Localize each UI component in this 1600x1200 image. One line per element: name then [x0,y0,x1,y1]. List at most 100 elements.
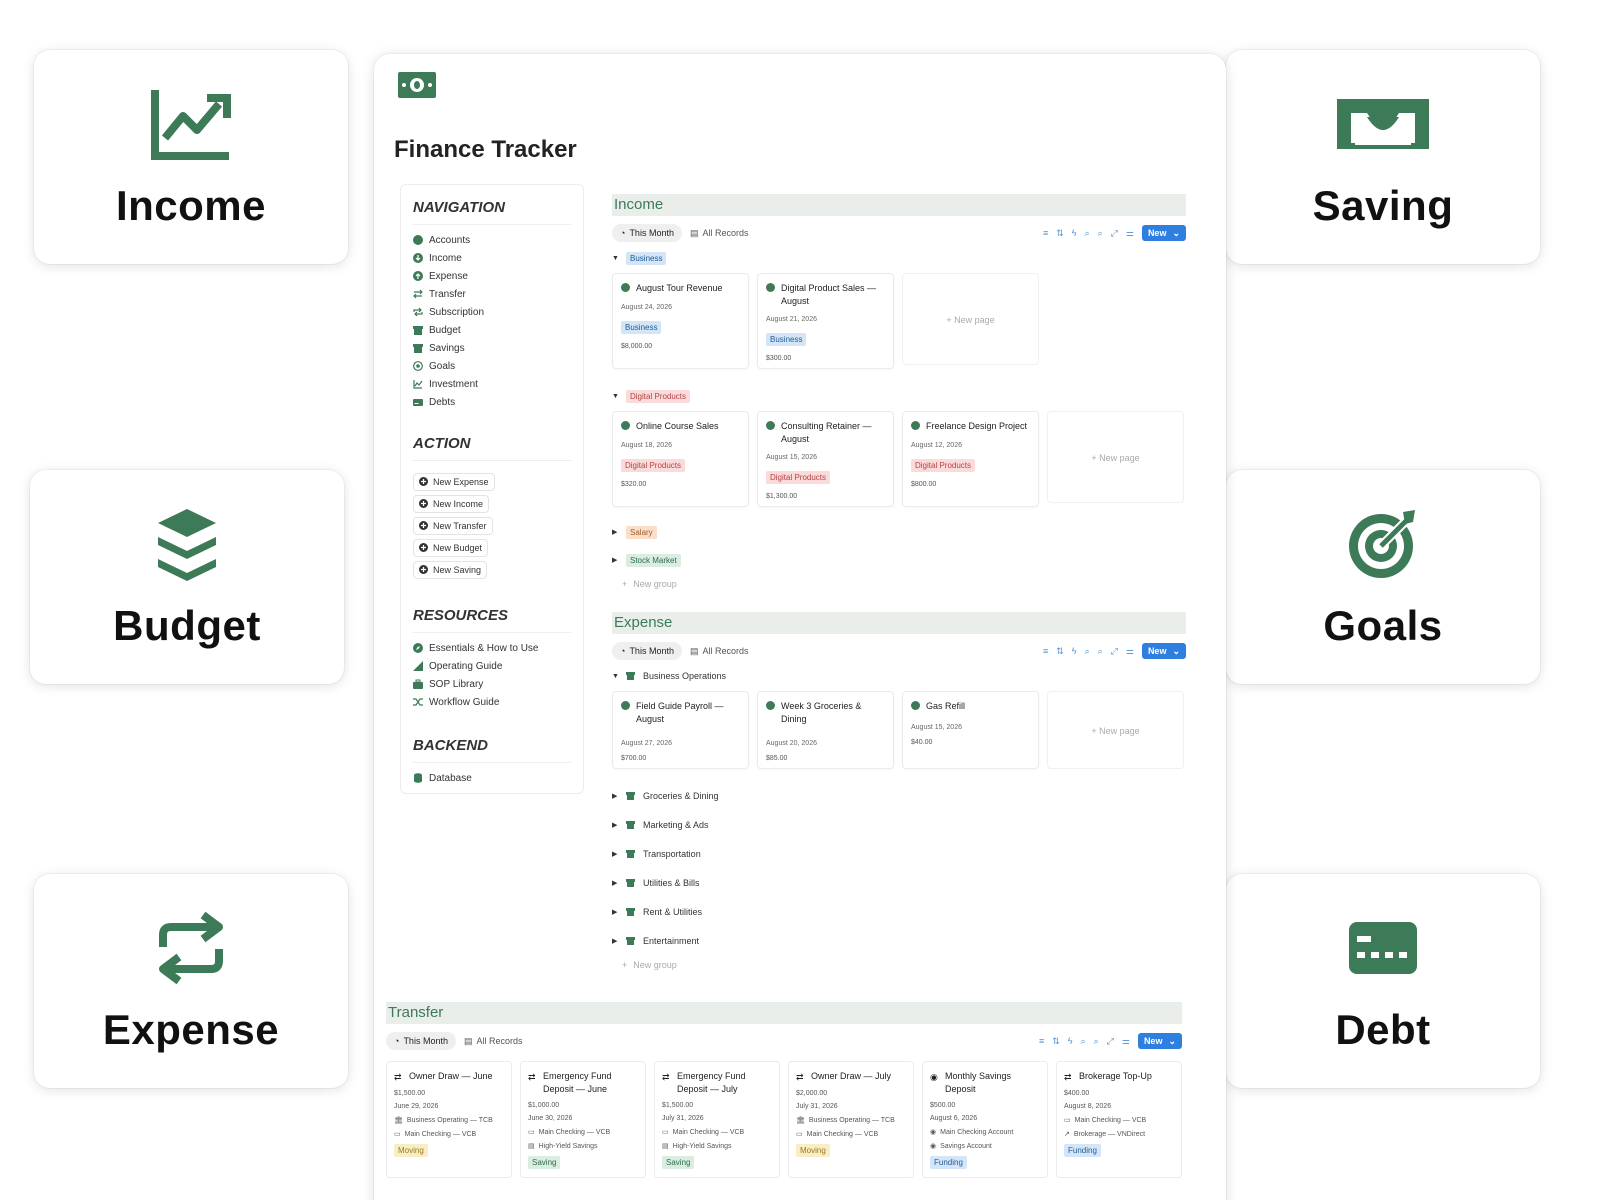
sidebar-item-database[interactable]: Database [413,769,571,787]
expand-icon[interactable]: ⤢ [1111,646,1118,657]
search-icon[interactable]: ⌕ [1081,1036,1086,1047]
feature-card-budget[interactable]: Budget [30,470,344,684]
new-page-card[interactable]: + New page [1047,411,1184,503]
feature-card-expense[interactable]: Expense [34,874,348,1088]
sidebar-item-expense[interactable]: Expense [413,267,571,285]
group-business[interactable]: ▼ Business [612,249,1186,267]
filter-icon[interactable]: ≡ [1039,1036,1044,1046]
caret-down-icon[interactable]: ▼ [612,255,619,262]
new-group-button[interactable]: + New group [622,956,1186,974]
sort-icon[interactable]: ⇅ [1056,646,1064,657]
new-button[interactable]: New ⌄ [1141,643,1186,659]
transfer-card[interactable]: ⇄ Emergency Fund Deposit — July $1,500.00… [654,1061,780,1178]
caret-right-icon[interactable]: ▶ [612,821,618,829]
caret-right-icon[interactable]: ▶ [612,556,618,564]
transfer-card[interactable]: ⇄ Brokerage Top-Up $400.00 August 8, 2026… [1056,1061,1182,1178]
group-transportation[interactable]: ▶ Transportation [612,845,1186,863]
search-icon[interactable]: ⌕ [1098,646,1103,657]
new-saving-button[interactable]: New Saving [413,561,488,579]
tab-all-records[interactable]: ▤ All Records [682,642,757,660]
new-income-button[interactable]: New Income [413,495,490,513]
filter-icon[interactable]: ≡ [1043,228,1048,238]
caret-right-icon[interactable]: ▶ [612,850,618,858]
group-utilities-bills[interactable]: ▶ Utilities & Bills [612,874,1186,892]
sidebar-item-debts[interactable]: Debts [413,393,571,411]
feature-card-debt[interactable]: Debt [1226,874,1540,1088]
new-page-card[interactable]: + New page [902,273,1039,365]
income-card[interactable]: Consulting Retainer — August August 15, … [757,411,894,507]
group-business-operations[interactable]: ▼ Business Operations [612,667,1186,685]
group-rent-utilities[interactable]: ▶ Rent & Utilities [612,903,1186,921]
expand-icon[interactable]: ⤢ [1107,1036,1114,1047]
expense-card[interactable]: Week 3 Groceries & Dining August 20, 202… [757,691,894,769]
chevron-down-icon[interactable]: ⌄ [1168,1036,1176,1047]
search-icon[interactable]: ⌕ [1098,228,1103,239]
chevron-down-icon[interactable]: ⌄ [1172,646,1180,657]
chevron-down-icon[interactable]: ⌄ [1172,228,1180,239]
feature-card-income[interactable]: Income [34,50,348,264]
caret-down-icon[interactable]: ▼ [612,673,619,680]
feature-card-saving[interactable]: Saving [1226,50,1540,264]
lightning-icon[interactable]: ϟ [1072,646,1077,656]
sort-icon[interactable]: ⇅ [1056,228,1064,239]
transfer-card[interactable]: ⇄ Emergency Fund Deposit — June $1,000.00… [520,1061,646,1178]
sidebar-item-operating-guide[interactable]: Operating Guide [413,657,571,675]
tab-this-month[interactable]: ◔ This Month [612,224,682,242]
tab-this-month[interactable]: ◔ This Month [386,1032,456,1050]
transfer-card[interactable]: ⇄ Owner Draw — June $1,500.00 June 29, 20… [386,1061,512,1178]
sidebar-item-goals[interactable]: Goals [413,357,571,375]
new-budget-button[interactable]: New Budget [413,539,489,557]
caret-right-icon[interactable]: ▶ [612,908,618,916]
sidebar-item-accounts[interactable]: Accounts [413,231,571,249]
new-group-button[interactable]: + New group [622,575,1186,593]
sort-icon[interactable]: ⇅ [1052,1036,1060,1047]
sidebar-item-savings[interactable]: Savings [413,339,571,357]
group-digital-products[interactable]: ▼ Digital Products [612,387,1186,405]
settings-icon[interactable]: ⚌ [1126,646,1134,657]
search-icon[interactable]: ⌕ [1085,646,1090,657]
new-button[interactable]: New ⌄ [1141,225,1186,241]
tab-all-records[interactable]: ▤ All Records [456,1032,531,1050]
settings-icon[interactable]: ⚌ [1122,1036,1130,1047]
expand-icon[interactable]: ⤢ [1111,228,1118,239]
filter-icon[interactable]: ≡ [1043,646,1048,656]
income-card[interactable]: Freelance Design Project August 12, 2026… [902,411,1039,507]
settings-icon[interactable]: ⚌ [1126,228,1134,239]
sidebar-item-transfer[interactable]: Transfer [413,285,571,303]
sidebar-item-workflow-guide[interactable]: Workflow Guide [413,693,571,711]
group-salary[interactable]: ▶ Salary [612,523,1186,541]
feature-card-goals[interactable]: Goals [1226,470,1540,684]
caret-right-icon[interactable]: ▶ [612,528,618,536]
new-page-card[interactable]: + New page [1047,691,1184,769]
sidebar-item-investment[interactable]: Investment [413,375,571,393]
caret-right-icon[interactable]: ▶ [612,792,618,800]
sidebar-item-essentials[interactable]: Essentials & How to Use [413,639,571,657]
transfer-card[interactable]: ⇄ Owner Draw — July $2,000.00 July 31, 20… [788,1061,914,1178]
caret-right-icon[interactable]: ▶ [612,879,618,887]
expense-card[interactable]: Gas Refill August 15, 2026 $40.00 [902,691,1039,769]
sidebar-item-subscription[interactable]: Subscription [413,303,571,321]
caret-right-icon[interactable]: ▶ [612,937,618,945]
group-marketing-ads[interactable]: ▶ Marketing & Ads [612,816,1186,834]
group-stock-market[interactable]: ▶ Stock Market [612,551,1186,569]
tab-all-records[interactable]: ▤ All Records [682,224,757,242]
sidebar-item-sop-library[interactable]: SOP Library [413,675,571,693]
new-transfer-button[interactable]: New Transfer [413,517,493,535]
caret-down-icon[interactable]: ▼ [612,393,619,400]
income-card[interactable]: Digital Product Sales — August August 21… [757,273,894,369]
search-icon[interactable]: ⌕ [1094,1036,1099,1047]
lightning-icon[interactable]: ϟ [1072,228,1077,238]
income-card[interactable]: Online Course Sales August 18, 2026 Digi… [612,411,749,507]
new-expense-button[interactable]: New Expense [413,473,495,491]
income-card[interactable]: August Tour Revenue August 24, 2026 Busi… [612,273,749,369]
sidebar-item-budget[interactable]: Budget [413,321,571,339]
expense-card[interactable]: Field Guide Payroll — August August 27, … [612,691,749,769]
group-entertainment[interactable]: ▶ Entertainment [612,932,1186,950]
transfer-card[interactable]: ◉ Monthly Savings Deposit $500.00 August … [922,1061,1048,1178]
search-icon[interactable]: ⌕ [1085,228,1090,239]
money-bill-icon[interactable] [398,72,436,103]
lightning-icon[interactable]: ϟ [1068,1036,1073,1046]
sidebar-item-income[interactable]: Income [413,249,571,267]
new-button[interactable]: New ⌄ [1137,1033,1182,1049]
group-groceries-dining[interactable]: ▶ Groceries & Dining [612,787,1186,805]
